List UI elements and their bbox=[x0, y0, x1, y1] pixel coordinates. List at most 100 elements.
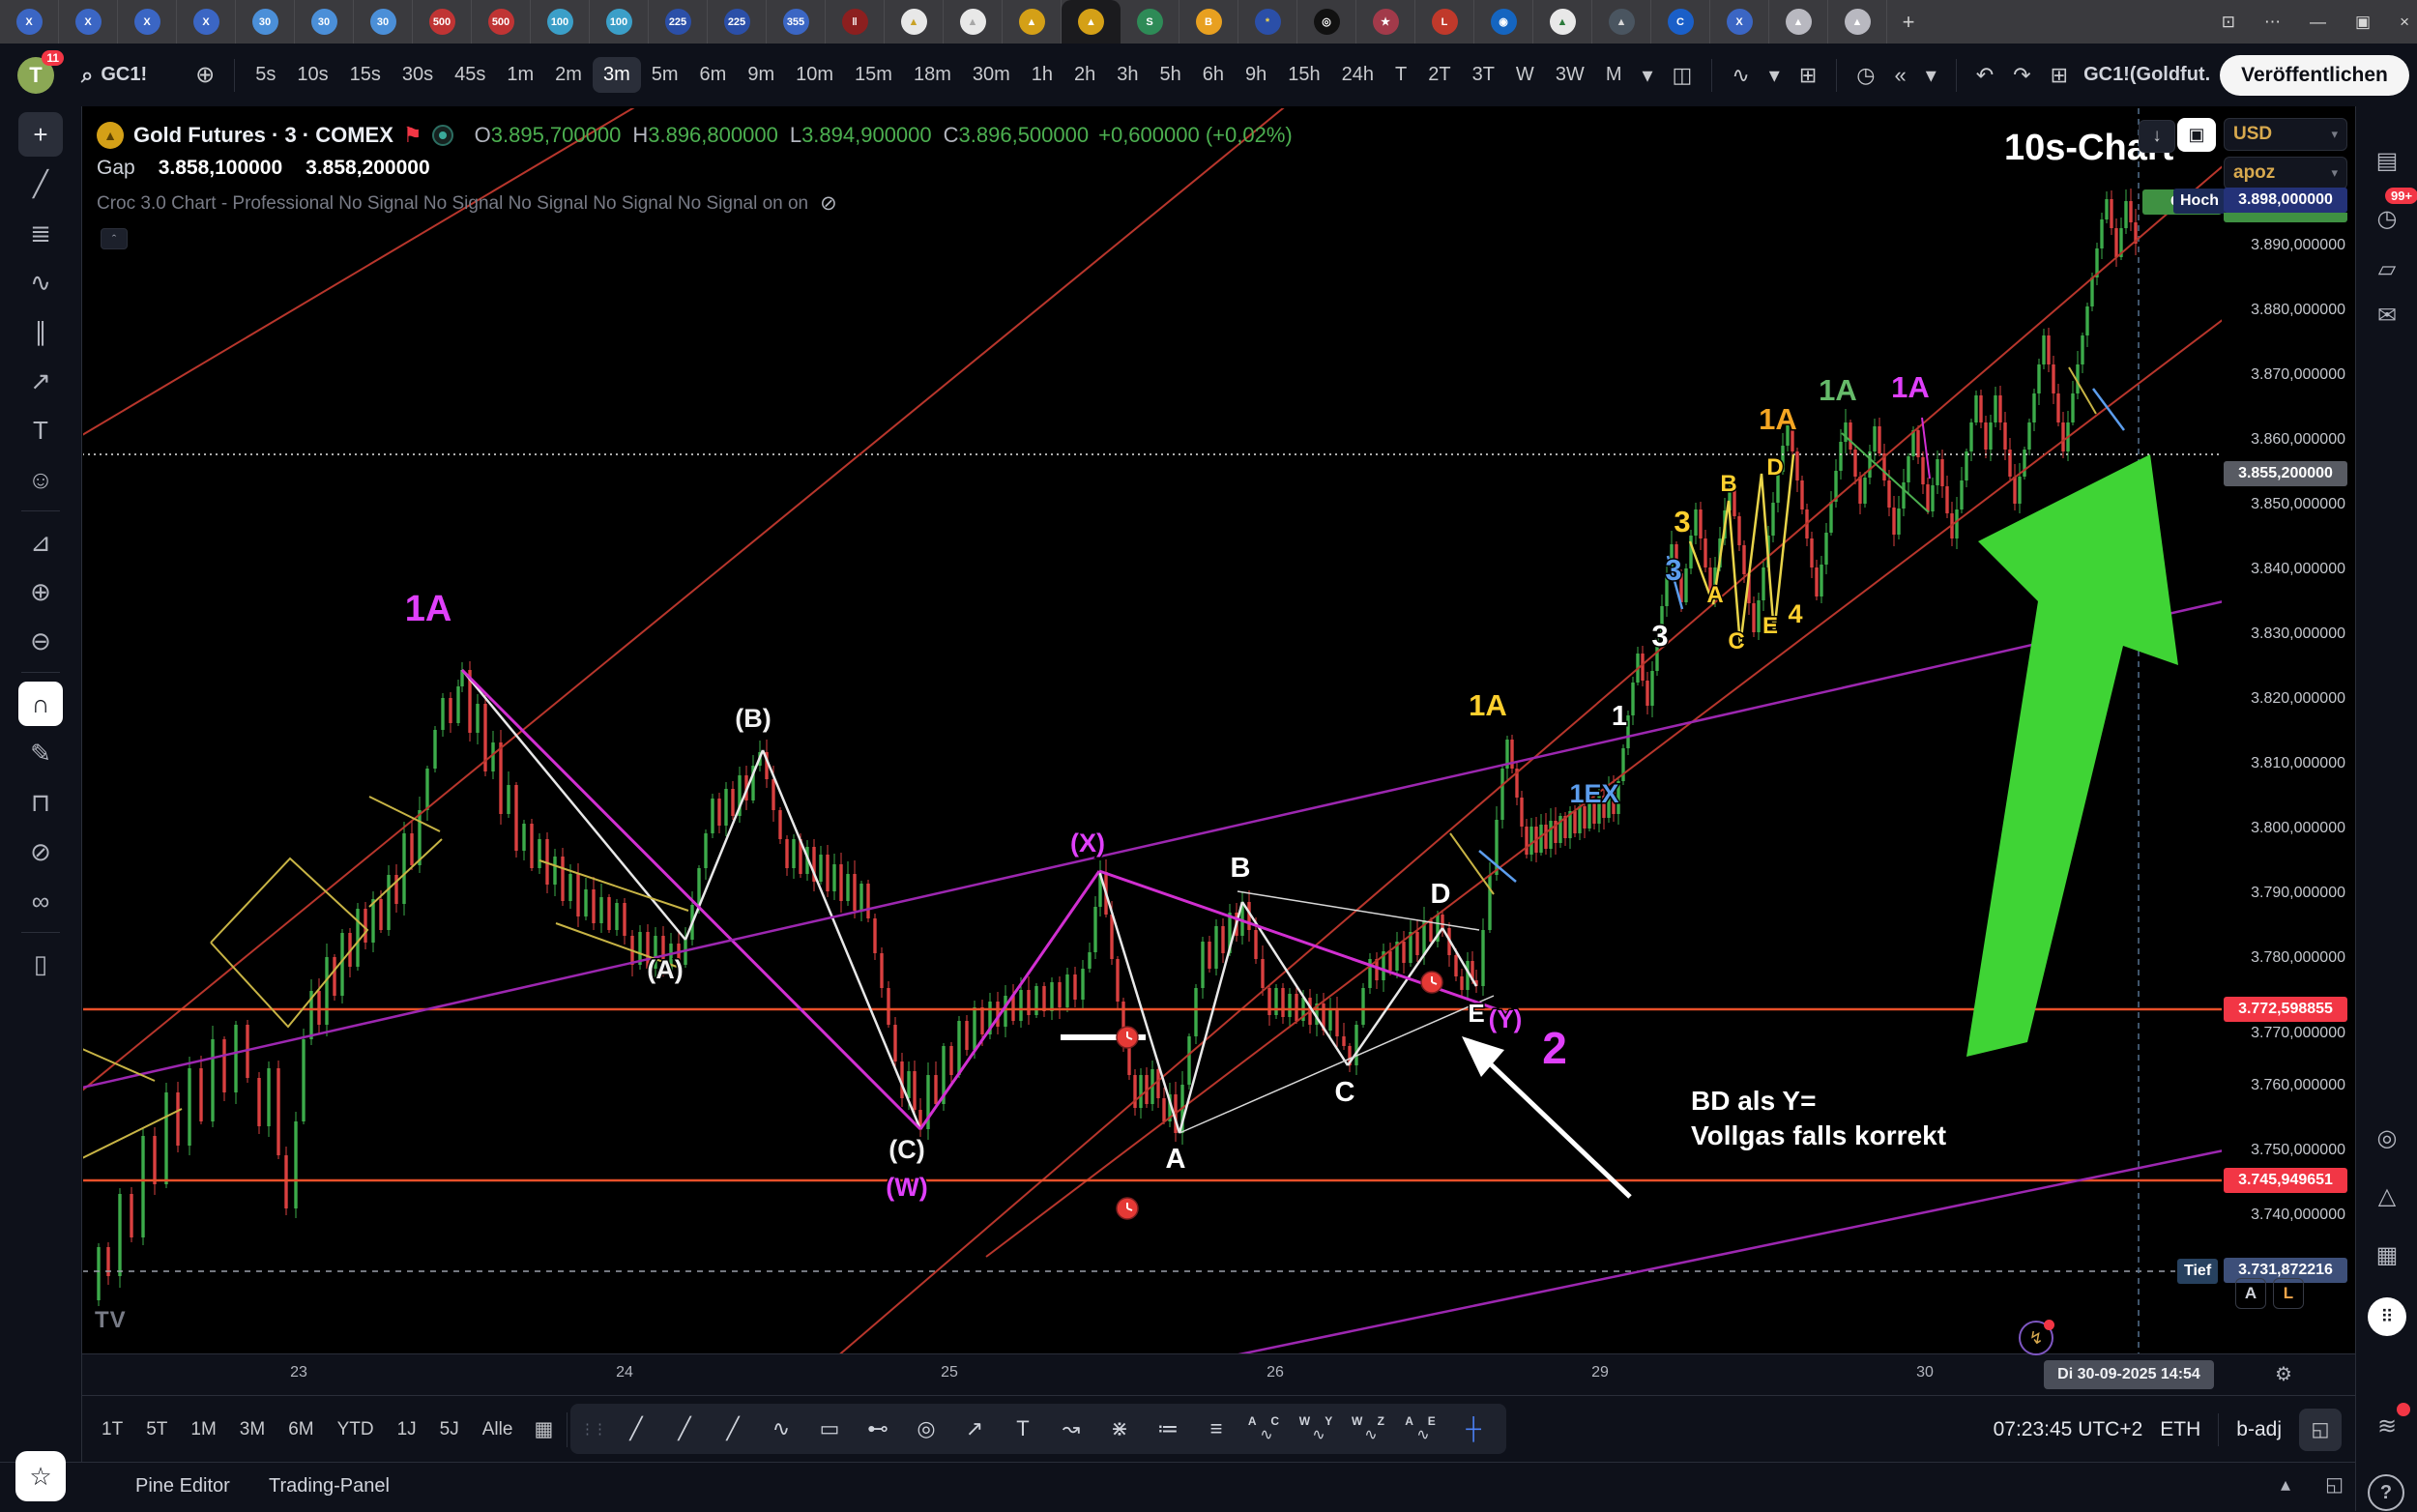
avatar[interactable]: T 11 bbox=[17, 57, 54, 94]
parallel-draw-icon[interactable]: ≔ bbox=[1145, 1408, 1191, 1450]
trading-panel-link[interactable]: Trading-Panel bbox=[269, 1475, 390, 1497]
timeframe-T[interactable]: T bbox=[1384, 57, 1417, 93]
browser-tab-15[interactable]: ‖ bbox=[826, 0, 885, 44]
screenshot-button[interactable]: ▣ bbox=[2177, 118, 2216, 152]
goto-date-icon[interactable]: ▦ bbox=[534, 1417, 553, 1441]
timeframe-M[interactable]: M bbox=[1595, 57, 1633, 93]
browser-tab-31[interactable]: ▲ bbox=[1769, 0, 1828, 44]
hray-draw-icon[interactable]: ⊷ bbox=[855, 1408, 901, 1450]
fullscreen-icon[interactable]: ◱ bbox=[2325, 1472, 2344, 1497]
timeframe-6m[interactable]: 6m bbox=[689, 57, 738, 93]
browser-tab-9[interactable]: 500 bbox=[472, 0, 531, 44]
browser-tab-27[interactable]: ▲ bbox=[1533, 0, 1592, 44]
rectangle-draw-icon[interactable]: ▭ bbox=[806, 1408, 853, 1450]
browser-tab-21[interactable]: B bbox=[1179, 0, 1238, 44]
timeframe-10m[interactable]: 10m bbox=[785, 57, 844, 93]
timeframe-3h[interactable]: 3h bbox=[1106, 57, 1149, 93]
session-label[interactable]: ETH bbox=[2160, 1418, 2200, 1441]
browser-tab-13[interactable]: 225 bbox=[708, 0, 767, 44]
clock-label[interactable]: 07:23:45 UTC+2 bbox=[1994, 1418, 2143, 1441]
timeframe-2m[interactable]: 2m bbox=[544, 57, 593, 93]
ray-draw-icon[interactable]: ╱ bbox=[661, 1408, 708, 1450]
chat-icon[interactable]: ✉ bbox=[2368, 296, 2406, 334]
timeframe-2h[interactable]: 2h bbox=[1063, 57, 1106, 93]
range-1M[interactable]: 1M bbox=[181, 1413, 225, 1446]
more-icon[interactable]: ⋯ bbox=[2264, 13, 2281, 32]
chart-canvas[interactable] bbox=[82, 106, 2355, 1353]
scale-down-button[interactable]: ↓ bbox=[2139, 120, 2175, 153]
sync-drawings-tool[interactable]: ∞ bbox=[18, 879, 63, 923]
help-icon[interactable]: ? bbox=[2368, 1474, 2404, 1511]
pin-draw-icon[interactable]: ◎ bbox=[903, 1408, 949, 1450]
new-tab-button[interactable]: + bbox=[1887, 0, 1930, 44]
browser-tab-16[interactable]: ▲ bbox=[885, 0, 944, 44]
projection-tool[interactable]: ∥ bbox=[18, 309, 63, 354]
arrow-marker-tool[interactable]: ↗ bbox=[18, 359, 63, 403]
market-status-icon[interactable] bbox=[432, 125, 453, 146]
timeframe-6h[interactable]: 6h bbox=[1192, 57, 1235, 93]
adjust-label[interactable]: b-adj bbox=[2236, 1418, 2282, 1441]
polyline-draw-icon[interactable]: ∿ bbox=[758, 1408, 804, 1450]
browser-tab-23[interactable]: ◎ bbox=[1297, 0, 1356, 44]
symbol-title[interactable]: Gold Futures · 3 · COMEX bbox=[133, 123, 393, 148]
browser-tab-12[interactable]: 225 bbox=[649, 0, 708, 44]
remove-drawings-tool[interactable]: ▯ bbox=[18, 942, 63, 986]
panel-chevron-up[interactable]: ▴ bbox=[2281, 1472, 2290, 1497]
timeframe-1m[interactable]: 1m bbox=[496, 57, 544, 93]
hlines-draw-icon[interactable]: ≡ bbox=[1193, 1408, 1239, 1450]
timeframe-30m[interactable]: 30m bbox=[962, 57, 1021, 93]
layers-icon[interactable]: ▱ bbox=[2368, 249, 2406, 288]
timeframe-3m[interactable]: 3m bbox=[593, 57, 641, 93]
alerts-icon[interactable]: ◷ bbox=[2368, 199, 2406, 238]
browser-tab-5[interactable]: 30 bbox=[236, 0, 295, 44]
flag-icon[interactable]: ⚑ bbox=[403, 123, 422, 148]
minimize-icon[interactable]: — bbox=[2310, 13, 2326, 32]
redo-icon[interactable]: ↷ bbox=[2003, 57, 2040, 94]
line-draw-icon[interactable]: ╱ bbox=[710, 1408, 756, 1450]
timeframe-3W[interactable]: 3W bbox=[1545, 57, 1595, 93]
boost-timer-icon[interactable]: ↯ bbox=[2019, 1321, 2053, 1355]
chart-type-icon[interactable]: ◫ bbox=[1663, 57, 1703, 94]
magnet-tool[interactable]: ∩ bbox=[18, 682, 63, 726]
wave-tool-WZ[interactable]: W Z∿ bbox=[1346, 1408, 1396, 1450]
legend-collapse-button[interactable]: ˆ bbox=[101, 228, 128, 249]
log-scale-button[interactable]: L bbox=[2273, 1278, 2304, 1309]
replay-chevron-icon[interactable]: ▾ bbox=[1916, 57, 1946, 94]
replay-icon[interactable]: « bbox=[1884, 57, 1915, 94]
browser-tab-26[interactable]: ◉ bbox=[1474, 0, 1533, 44]
timeframe-24h[interactable]: 24h bbox=[1331, 57, 1384, 93]
layout-name[interactable]: GC1!(Goldfut. bbox=[2083, 64, 2210, 86]
timeframe-1h[interactable]: 1h bbox=[1021, 57, 1063, 93]
fib-retracement-tool[interactable]: ≣ bbox=[18, 211, 63, 255]
timeframe-2T[interactable]: 2T bbox=[1417, 57, 1461, 93]
range-5T[interactable]: 5T bbox=[136, 1413, 177, 1446]
text-draw-icon[interactable]: T bbox=[1000, 1408, 1046, 1450]
browser-tab-3[interactable]: X bbox=[118, 0, 177, 44]
favorites-star-button[interactable]: ☆ bbox=[15, 1451, 66, 1501]
timeframe-5s[interactable]: 5s bbox=[245, 57, 286, 93]
range-3M[interactable]: 3M bbox=[230, 1413, 275, 1446]
browser-tab-10[interactable]: 100 bbox=[531, 0, 590, 44]
time-axis[interactable]: Di 30-09-2025 14:54 ⚙ 232425262930 bbox=[82, 1353, 2355, 1396]
timeframe-W[interactable]: W bbox=[1505, 57, 1545, 93]
timeframe-45s[interactable]: 45s bbox=[444, 57, 496, 93]
timeframe-15h[interactable]: 15h bbox=[1277, 57, 1330, 93]
browser-tab-28[interactable]: ▲ bbox=[1592, 0, 1651, 44]
text-tool[interactable]: T bbox=[18, 408, 63, 452]
browser-tab-32[interactable]: ▲ bbox=[1828, 0, 1887, 44]
range-Alle[interactable]: Alle bbox=[473, 1413, 523, 1446]
marker-draw-icon[interactable]: ↝ bbox=[1048, 1408, 1094, 1450]
zoom-in-tool[interactable]: ⊕ bbox=[18, 569, 63, 614]
trendline-tool[interactable]: ╱ bbox=[18, 161, 63, 206]
browser-tab-24[interactable]: ★ bbox=[1356, 0, 1415, 44]
symbol-search[interactable]: ⌕ GC1! bbox=[81, 63, 147, 88]
timeframe-5m[interactable]: 5m bbox=[641, 57, 689, 93]
emoji-tool[interactable]: ☺ bbox=[18, 457, 63, 502]
pine-editor-link[interactable]: Pine Editor bbox=[135, 1475, 230, 1497]
browser-tab-19[interactable]: ▲ bbox=[1062, 0, 1121, 44]
lock-drawings-tool[interactable]: ⊓ bbox=[18, 780, 63, 825]
watchlist-icon[interactable]: ▤ bbox=[2368, 141, 2406, 180]
range-1T[interactable]: 1T bbox=[92, 1413, 132, 1446]
arrow-draw-icon[interactable]: ↗ bbox=[951, 1408, 998, 1450]
wave-tool-WY[interactable]: W Y∿ bbox=[1294, 1408, 1344, 1450]
